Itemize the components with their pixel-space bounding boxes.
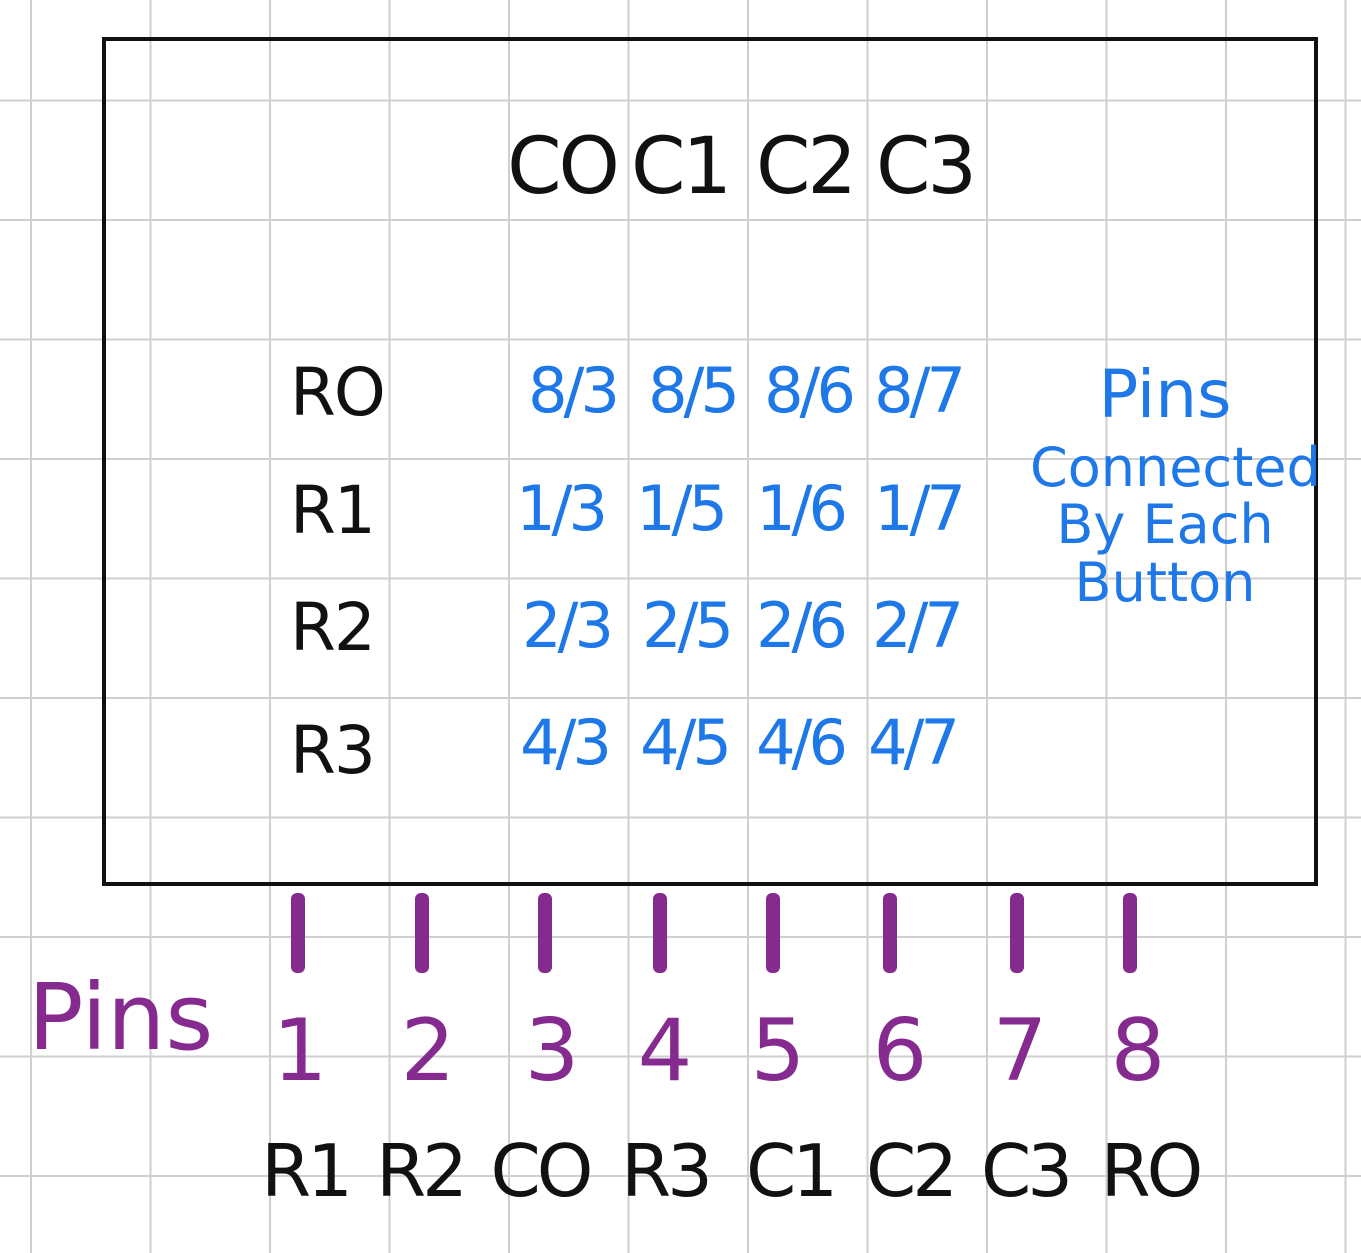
cell-r2-c3: 2/7: [872, 589, 964, 662]
note-title: Pins: [1098, 356, 1232, 433]
pin-name-8: RO: [1100, 1129, 1204, 1213]
pin-stub-4: [653, 893, 667, 973]
cell-r1-c2: 1/6: [756, 472, 848, 545]
row-header-r0: RO: [290, 354, 386, 431]
pin-number-1: 1: [272, 1001, 328, 1101]
pin-name-5: C1: [745, 1129, 838, 1213]
pin-number-2: 2: [400, 1001, 456, 1101]
cell-r2-c1: 2/5: [642, 589, 734, 662]
cell-r3-c1: 4/5: [640, 706, 732, 779]
column-header-c3: C3: [875, 122, 977, 212]
pins-connected-note: Pins Connected By Each Button: [1030, 356, 1321, 615]
pin-name-7: C3: [980, 1129, 1073, 1213]
pin-number-5: 5: [750, 1001, 806, 1101]
cell-r3-c2: 4/6: [756, 706, 848, 779]
pin-name-6: C2: [865, 1129, 958, 1213]
column-header-c0: CO: [507, 122, 620, 212]
cell-r3-c3: 4/7: [868, 706, 960, 779]
cell-r0-c1: 8/5: [648, 354, 740, 427]
cell-r0-c2: 8/6: [764, 354, 856, 427]
cell-r0-c0: 8/3: [528, 354, 620, 427]
pin-name-1: R1: [261, 1129, 353, 1213]
cell-r2-c2: 2/6: [756, 589, 848, 662]
pin-stub-6: [883, 893, 897, 973]
pin-number-6: 6: [872, 1001, 928, 1101]
pin-number-7: 7: [992, 1001, 1048, 1101]
pin-name-4: R3: [621, 1129, 713, 1213]
cell-r2-c0: 2/3: [522, 589, 614, 662]
pin-stub-8: [1123, 893, 1137, 973]
cell-r3-c0: 4/3: [520, 706, 612, 779]
pin-stub-2: [415, 893, 429, 973]
pin-stub-5: [766, 893, 780, 973]
cell-r0-c3: 8/7: [874, 354, 966, 427]
row-header-r3: R3: [290, 712, 376, 789]
cell-r1-c0: 1/3: [516, 472, 608, 545]
pin-number-3: 3: [524, 1001, 580, 1101]
pin-name-2: R2: [376, 1129, 468, 1213]
note-line-1: Connected: [1030, 435, 1321, 499]
pins-label: Pins: [28, 964, 214, 1071]
column-header-c2: C2: [755, 122, 857, 212]
pin-stub-3: [538, 893, 552, 973]
cell-r1-c3: 1/7: [874, 472, 966, 545]
note-line-3: Button: [1074, 551, 1256, 615]
pin-stub-1: [291, 893, 305, 973]
column-header-c1: C1: [630, 122, 732, 212]
row-header-r1: R1: [290, 472, 376, 549]
note-line-2: By Each: [1056, 493, 1274, 557]
pin-number-8: 8: [1110, 1001, 1166, 1101]
cell-r1-c1: 1/5: [636, 472, 728, 545]
row-header-r2: R2: [290, 589, 376, 666]
pin-stub-7: [1010, 893, 1024, 973]
pin-name-3: CO: [490, 1129, 594, 1213]
pin-number-4: 4: [637, 1001, 693, 1101]
